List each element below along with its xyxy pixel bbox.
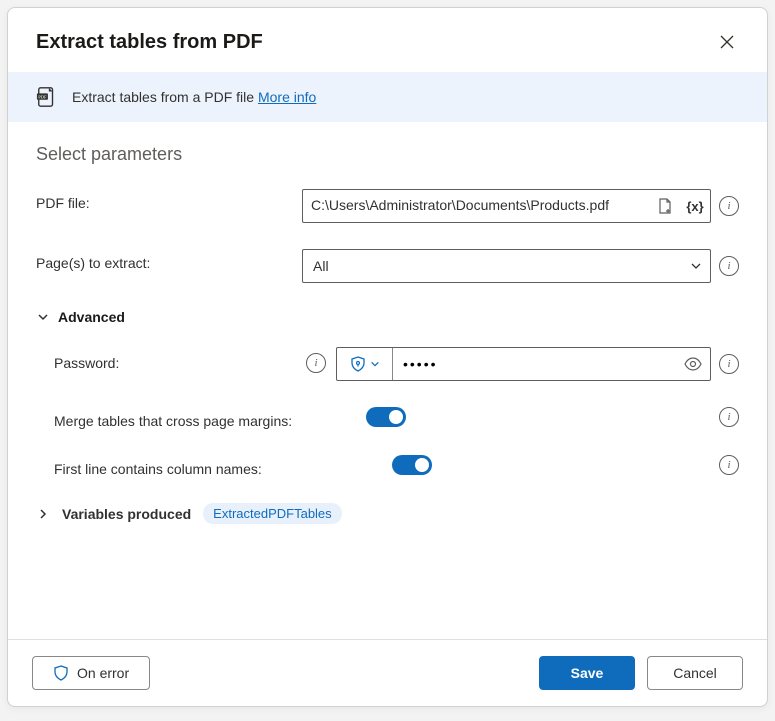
param-row-password: Password: i i bbox=[36, 347, 739, 381]
info-icon[interactable]: i bbox=[719, 256, 739, 276]
param-row-pdf-file: PDF file: C:\Users\Administrator\Documen… bbox=[36, 189, 739, 223]
browse-file-button[interactable] bbox=[650, 190, 680, 222]
password-input[interactable] bbox=[393, 348, 676, 380]
save-button[interactable]: Save bbox=[539, 656, 635, 690]
info-icon[interactable]: i bbox=[306, 353, 326, 373]
dialog-body: Select parameters PDF file: C:\Users\Adm… bbox=[8, 122, 767, 639]
dialog-title: Extract tables from PDF bbox=[36, 31, 263, 54]
insert-variable-button[interactable]: {x} bbox=[680, 190, 710, 222]
on-error-button[interactable]: On error bbox=[32, 656, 150, 690]
reveal-password-button[interactable] bbox=[676, 348, 710, 380]
close-button[interactable] bbox=[711, 26, 743, 58]
password-mode-select[interactable] bbox=[337, 348, 393, 380]
cancel-button[interactable]: Cancel bbox=[647, 656, 743, 690]
firstline-label: First line contains column names: bbox=[36, 455, 356, 477]
pages-select[interactable]: All bbox=[302, 249, 711, 283]
more-info-link[interactable]: More info bbox=[258, 89, 316, 105]
pages-value: All bbox=[313, 258, 329, 274]
password-label: Password: bbox=[54, 355, 119, 371]
variables-label[interactable]: Variables produced bbox=[62, 506, 191, 522]
pdf-file-value: C:\Users\Administrator\Documents\Product… bbox=[303, 190, 650, 222]
variable-chip[interactable]: ExtractedPDFTables bbox=[203, 503, 342, 524]
merge-label: Merge tables that cross page margins: bbox=[36, 407, 356, 429]
file-picker-icon bbox=[657, 198, 673, 214]
pdf-icon: PDF bbox=[36, 86, 58, 108]
shield-icon bbox=[350, 356, 366, 372]
param-row-firstline: First line contains column names: i bbox=[36, 455, 739, 477]
chevron-down-icon bbox=[370, 359, 380, 369]
password-field bbox=[336, 347, 711, 381]
svg-text:PDF: PDF bbox=[38, 94, 47, 99]
banner-text: Extract tables from a PDF file bbox=[72, 89, 254, 105]
info-banner: PDF Extract tables from a PDF file More … bbox=[8, 72, 767, 122]
info-icon[interactable]: i bbox=[719, 354, 739, 374]
advanced-label: Advanced bbox=[58, 309, 125, 325]
pages-label: Page(s) to extract: bbox=[36, 249, 292, 271]
chevron-down-icon bbox=[36, 310, 50, 324]
pdf-file-input[interactable]: C:\Users\Administrator\Documents\Product… bbox=[302, 189, 711, 223]
shield-outline-icon bbox=[53, 665, 69, 681]
dialog: Extract tables from PDF PDF Extract tabl… bbox=[7, 7, 768, 707]
pdf-file-label: PDF file: bbox=[36, 189, 292, 211]
close-icon bbox=[720, 35, 734, 49]
param-row-pages: Page(s) to extract: All i bbox=[36, 249, 739, 283]
eye-icon bbox=[684, 355, 702, 373]
info-icon[interactable]: i bbox=[719, 407, 739, 427]
on-error-label: On error bbox=[77, 665, 129, 681]
merge-toggle[interactable] bbox=[366, 407, 406, 427]
param-row-merge: Merge tables that cross page margins: i bbox=[36, 407, 739, 429]
advanced-expander[interactable]: Advanced bbox=[36, 309, 739, 325]
chevron-right-icon[interactable] bbox=[36, 507, 50, 521]
dialog-header: Extract tables from PDF bbox=[8, 8, 767, 72]
section-title: Select parameters bbox=[36, 144, 739, 165]
dialog-footer: On error Save Cancel bbox=[8, 639, 767, 706]
chevron-down-icon bbox=[690, 260, 702, 272]
firstline-toggle[interactable] bbox=[392, 455, 432, 475]
variables-produced-row: Variables produced ExtractedPDFTables bbox=[36, 503, 739, 524]
info-icon[interactable]: i bbox=[719, 455, 739, 475]
info-icon[interactable]: i bbox=[719, 196, 739, 216]
